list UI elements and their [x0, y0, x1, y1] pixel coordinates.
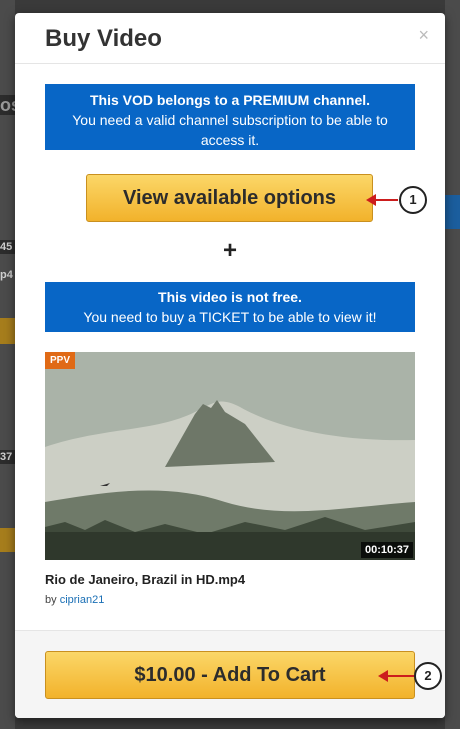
video-thumbnail-image [45, 352, 415, 560]
background-page-right [445, 0, 460, 729]
background-duration-fragment: 45 [0, 240, 15, 254]
background-duration-fragment: 37 [0, 450, 15, 464]
callout-badge-2: 2 [414, 662, 442, 690]
buy-video-modal: Buy Video × This VOD belongs to a PREMIU… [15, 13, 445, 718]
premium-notice-line1: You need a valid channel subscription to… [72, 112, 388, 128]
callout-badge-1: 1 [399, 186, 427, 214]
byline-label: by [45, 594, 57, 606]
video-duration: 00:10:37 [360, 542, 413, 558]
close-icon[interactable]: × [418, 25, 429, 46]
callout-arrow-1 [376, 199, 398, 201]
premium-notice-line2: access it. [200, 132, 260, 148]
ticket-notice: This video is not free. You need to buy … [45, 282, 415, 332]
background-text-fragment: os [0, 95, 22, 115]
background-blue-fragment [445, 195, 460, 229]
video-thumbnail[interactable]: PPV 00:10:37 [45, 352, 415, 560]
video-title[interactable]: Rio de Janeiro, Brazil in HD.mp4 [45, 572, 245, 587]
callout-arrow-head-2 [378, 670, 388, 682]
callout-arrow-head-1 [366, 194, 376, 206]
modal-header: Buy Video × [15, 13, 445, 64]
ppv-badge: PPV [45, 352, 76, 369]
author-link[interactable]: ciprian21 [60, 594, 105, 606]
view-available-options-button[interactable]: View available options [86, 174, 373, 222]
callout-arrow-2 [388, 675, 416, 677]
ticket-notice-line1: You need to buy a TICKET to be able to v… [83, 309, 377, 325]
background-button-fragment [0, 528, 15, 552]
background-button-fragment [0, 318, 15, 344]
premium-notice-headline: This VOD belongs to a PREMIUM channel. [89, 92, 371, 108]
ticket-notice-headline: This video is not free. [158, 289, 302, 305]
premium-channel-notice: This VOD belongs to a PREMIUM channel. Y… [45, 84, 415, 150]
modal-title: Buy Video [45, 25, 162, 52]
background-text-fragment: p4 [0, 269, 13, 281]
plus-sign: + [222, 237, 237, 264]
add-to-cart-button[interactable]: $10.00 - Add To Cart [45, 651, 415, 699]
video-byline: by ciprian21 [45, 594, 104, 606]
